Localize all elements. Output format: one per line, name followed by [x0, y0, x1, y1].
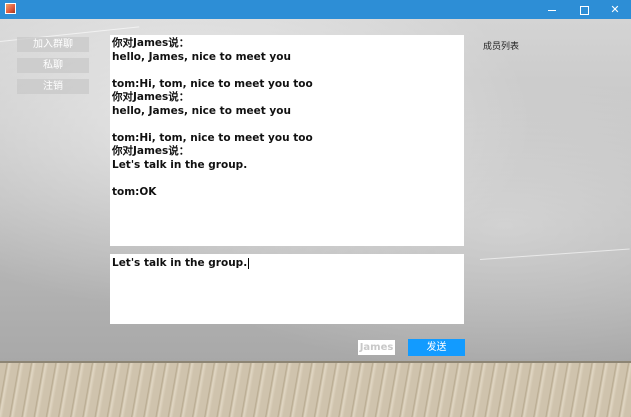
floor-background [0, 363, 631, 417]
chat-line: tom:OK [112, 185, 157, 198]
chat-line: hello, James, nice to meet you [112, 104, 291, 117]
maximize-button[interactable] [569, 0, 599, 19]
chat-line: Let's talk in the group. [112, 158, 248, 171]
close-icon: ✕ [610, 3, 620, 16]
chat-line: 你对James说： [112, 91, 190, 103]
message-input-text: Let's talk in the group. [112, 257, 248, 269]
chat-line: tom:Hi, tom, nice to meet you too [112, 131, 313, 144]
recipient-name-field[interactable]: James [358, 340, 395, 355]
title-bar[interactable]: ✕ [0, 0, 631, 19]
chat-line [112, 64, 462, 78]
message-input[interactable]: Let's talk in the group. [110, 254, 464, 324]
wall-crack [479, 248, 630, 260]
member-list-title: 成员列表 [483, 42, 520, 52]
chat-line [112, 172, 462, 186]
close-button[interactable]: ✕ [600, 0, 630, 19]
logout-button[interactable]: 注销 [17, 79, 89, 94]
minimize-icon [548, 9, 556, 11]
maximize-icon [579, 5, 589, 15]
join-group-chat-button[interactable]: 加入群聊 [17, 37, 89, 52]
app-icon [5, 3, 16, 14]
chat-line: hello, James, nice to meet you [112, 50, 291, 63]
private-chat-button[interactable]: 私聊 [17, 58, 89, 73]
text-caret [248, 257, 250, 269]
chat-line: 你对James说： [112, 145, 190, 157]
send-button[interactable]: 发送 [408, 339, 465, 356]
chat-window: ✕ 加入群聊 私聊 注销 你对James说： hello, James, nic… [0, 0, 631, 417]
chat-line: tom:Hi, tom, nice to meet you too [112, 77, 313, 90]
chat-line: 你对James说： [112, 37, 190, 49]
chat-history[interactable]: 你对James说： hello, James, nice to meet you… [110, 35, 464, 246]
minimize-button[interactable] [537, 0, 567, 19]
chat-line [112, 118, 462, 132]
